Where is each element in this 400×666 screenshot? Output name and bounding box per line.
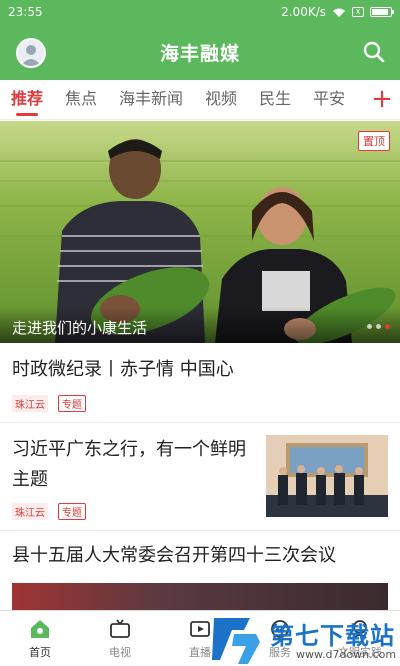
bottom-nav: 首页 电视 直播 服务 文明实践 <box>0 610 400 666</box>
news-title: 时政微纪录丨赤子情 中国心 <box>12 359 234 380</box>
tab-haifeng-news[interactable]: 海丰新闻 <box>108 80 194 119</box>
tv-icon <box>110 618 130 638</box>
news-item[interactable]: 时政微纪录丨赤子情 中国心 珠江云 专题 <box>0 343 400 423</box>
home-icon <box>31 619 49 638</box>
tab-livelihood[interactable]: 民生 <box>248 80 302 119</box>
news-item[interactable]: 习近平广东之行，有一个鲜明 主题 珠江云 专题 <box>0 423 400 531</box>
tab-safety[interactable]: 平安 <box>302 80 356 119</box>
carousel-dot[interactable] <box>367 324 372 329</box>
carousel-indicator <box>367 324 390 329</box>
status-bar: 23:55 2.00K/s X <box>0 0 400 24</box>
nav-live[interactable]: 直播 <box>160 611 240 666</box>
news-title: 县十五届人大常委会召开第四十三次会议 <box>12 545 336 566</box>
banner-caption: 走进我们的小康生活 <box>0 307 400 343</box>
news-meta: 珠江云 专题 <box>12 503 86 520</box>
news-tag: 专题 <box>58 395 86 412</box>
sim-icon: X <box>352 7 364 17</box>
news-tag: 专题 <box>58 503 86 520</box>
nav-service-label: 服务 <box>269 645 291 659</box>
nav-home-label: 首页 <box>29 645 51 659</box>
live-icon <box>190 620 210 637</box>
carousel-dot[interactable] <box>376 324 381 329</box>
wifi-icon <box>332 7 346 17</box>
nav-civilization-label: 文明实践 <box>338 645 382 659</box>
news-source: 珠江云 <box>12 503 48 520</box>
network-speed: 2.00K/s <box>281 5 326 19</box>
nav-live-label: 直播 <box>189 645 211 659</box>
battery-icon <box>370 7 394 17</box>
page-title: 海丰融媒 <box>159 42 240 65</box>
news-item[interactable]: 县十五届人大常委会召开第四十三次会议 <box>0 531 400 610</box>
tab-focus[interactable]: 焦点 <box>54 80 108 119</box>
service-icon <box>271 619 289 638</box>
news-image <box>12 583 388 610</box>
add-tab-button[interactable]: + <box>364 80 400 119</box>
nav-tv-label: 电视 <box>109 645 131 659</box>
status-time: 23:55 <box>8 5 43 19</box>
tab-recommend[interactable]: 推荐 <box>0 80 54 119</box>
nav-home[interactable]: 首页 <box>0 611 80 666</box>
avatar[interactable] <box>16 38 46 68</box>
news-title-line2: 主题 <box>12 469 48 490</box>
pinned-badge: 置顶 <box>358 131 390 151</box>
category-tabs: 推荐 焦点 海丰新闻 视频 民生 平安 + <box>0 80 400 120</box>
nav-civilization[interactable]: 文明实践 <box>320 611 400 666</box>
banner-carousel[interactable]: 置顶 走进我们的小康生活 <box>0 121 400 343</box>
search-icon[interactable] <box>362 40 386 64</box>
user-icon <box>21 45 41 66</box>
nav-service[interactable]: 服务 <box>240 611 320 666</box>
tab-video[interactable]: 视频 <box>194 80 248 119</box>
news-thumbnail <box>266 435 388 517</box>
status-icons: 2.00K/s X <box>281 5 394 19</box>
nav-tv[interactable]: 电视 <box>80 611 160 666</box>
civilization-icon <box>353 619 367 639</box>
news-source: 珠江云 <box>12 395 48 412</box>
news-meta: 珠江云 专题 <box>12 395 86 412</box>
app-header: 海丰融媒 <box>0 24 400 80</box>
carousel-dot-active[interactable] <box>385 324 390 329</box>
news-title-line1: 习近平广东之行，有一个鲜明 <box>12 439 246 460</box>
